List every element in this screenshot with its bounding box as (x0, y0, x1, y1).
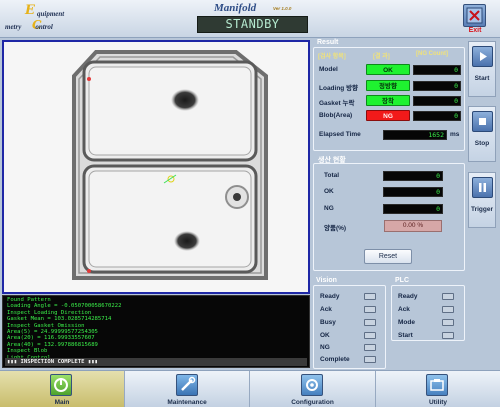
elapsed-time-unit: ms (450, 131, 460, 138)
nav-configuration-label: Configuration (291, 399, 334, 406)
ng-value: 0 (383, 204, 443, 214)
logo-text-ontrol: ontrol (35, 23, 53, 31)
stop-icon (472, 111, 493, 132)
exit-label: Exit (468, 27, 482, 34)
logo-text-metry-control: metry ontrol (5, 23, 53, 31)
ng-count-model: 0 (413, 65, 461, 75)
ng-count-gasket: 0 (413, 96, 461, 106)
plc-indicator-ready (442, 293, 454, 300)
elapsed-time-value: 1652 (383, 130, 447, 140)
plc-indicator-ack (442, 306, 454, 313)
vision-label-ng: NG (320, 344, 330, 351)
header-bar: E quipment C metry ontrol Manifold Ver 1.… (0, 0, 500, 38)
yield-value: 0.00 % (384, 220, 442, 232)
inspection-image (4, 42, 308, 292)
plc-label-mode: Mode (398, 319, 415, 326)
vision-label-busy: Busy (320, 319, 336, 326)
nav-utility-label: Utility (428, 399, 448, 406)
vision-indicator-ack (364, 306, 376, 313)
plc-indicator-mode (442, 319, 454, 326)
result-title: Result (317, 39, 339, 46)
exit-button[interactable] (463, 4, 486, 27)
main-icon (50, 374, 72, 396)
plc-label-ready: Ready (398, 293, 418, 300)
nav-utility[interactable]: Utility (376, 371, 500, 407)
trigger-button[interactable]: Trigger (468, 172, 496, 228)
result-header-ng-count: [NG Count] (416, 51, 448, 57)
result-label-loading: Loading 방향 (319, 85, 359, 92)
logo-letter-e: E (25, 3, 35, 18)
inspection-status-line: ▮▮▮ INSPECTION COMPLETE ▮▮▮ (5, 358, 307, 366)
nav-main[interactable]: Main (0, 371, 124, 407)
plc-label-ack: Ack (398, 306, 410, 313)
start-button[interactable]: Start (468, 41, 496, 97)
configuration-icon (301, 374, 323, 396)
logo-text-quipment: quipment (37, 10, 65, 18)
vision-indicator-complete (364, 356, 376, 363)
ok-label: OK (324, 188, 334, 195)
nav-configuration[interactable]: Configuration (250, 371, 375, 407)
status-display: STANDBY (197, 16, 308, 33)
ng-count-loading: 0 (413, 81, 461, 91)
vision-label-complete: Complete (320, 356, 350, 363)
vision-label-ready: Ready (320, 293, 340, 300)
total-value: 0 (383, 171, 443, 181)
vision-title: Vision (316, 277, 337, 284)
nav-maintenance-label: Maintenance (167, 399, 207, 406)
result-label-gasket: Gasket 누락 (319, 100, 355, 107)
result-header-item: [검사 항목] (318, 54, 346, 60)
maintenance-icon (176, 374, 198, 396)
app-version: Ver 1.0.0 (273, 6, 292, 11)
exit-icon (466, 7, 483, 24)
app-title: Manifold (214, 2, 257, 14)
nav-maintenance[interactable]: Maintenance (125, 371, 249, 407)
utility-icon (426, 374, 448, 396)
stop-label: Stop (474, 140, 490, 147)
company-logo: E quipment C metry ontrol (3, 2, 83, 36)
vision-indicator-ng (364, 344, 376, 351)
reset-button[interactable]: Reset (364, 249, 412, 264)
result-blob-status: NG (366, 110, 410, 121)
stop-button[interactable]: Stop (468, 106, 496, 162)
ng-count-blob: 0 (413, 111, 461, 121)
plc-title: PLC (395, 277, 409, 284)
vision-indicator-busy (364, 319, 376, 326)
total-label: Total (324, 172, 340, 179)
start-label: Start (474, 75, 490, 82)
ok-value: 0 (383, 187, 443, 197)
plc-indicator-start (442, 332, 454, 339)
nav-main-label: Main (54, 399, 70, 406)
trigger-icon (472, 177, 493, 198)
camera-view[interactable] (2, 40, 310, 294)
result-header-result: [결 과] (373, 54, 390, 60)
result-gasket-status: 장착 (366, 95, 410, 106)
logo-text-metry: metry (5, 23, 22, 31)
result-loading-status: 정방향 (366, 80, 410, 91)
vision-label-ack: Ack (320, 306, 332, 313)
ng-label: NG (324, 205, 334, 212)
result-model-status: OK (366, 64, 410, 75)
result-label-blob: Blob(Area) (319, 112, 353, 119)
trigger-label: Trigger (470, 206, 494, 213)
elapsed-time-label: Elapsed Time (319, 131, 361, 138)
yield-label: 양품(%) (324, 225, 347, 232)
vision-label-ok: OK (320, 332, 330, 339)
result-label-model: Model (319, 66, 338, 73)
inspection-log: Found Pattern Loading Angle = -0.0507000… (2, 295, 310, 368)
vision-indicator-ready (364, 293, 376, 300)
bottom-nav: Main Maintenance Configuration Utility (0, 370, 500, 407)
play-icon (472, 46, 493, 67)
vision-indicator-ok (364, 332, 376, 339)
plc-label-start: Start (398, 332, 413, 339)
